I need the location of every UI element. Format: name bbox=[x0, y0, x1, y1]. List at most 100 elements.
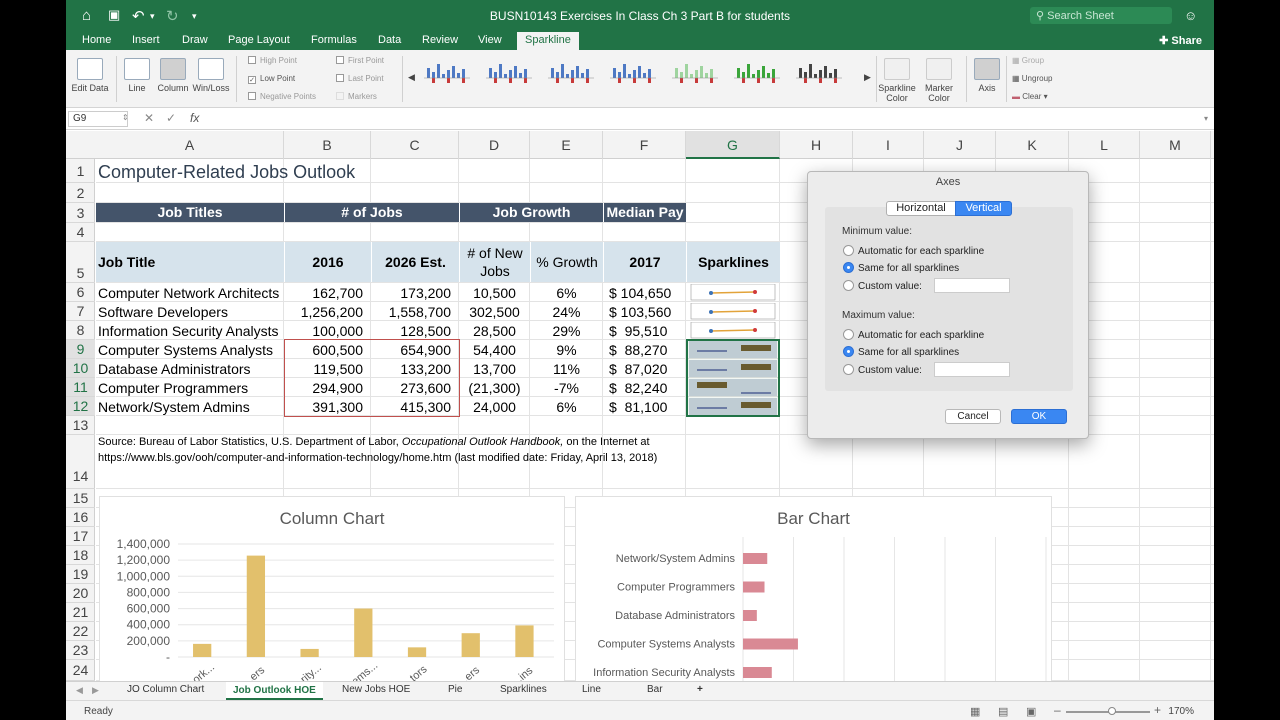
cell-jobs-2016[interactable]: 100,000 bbox=[286, 322, 369, 340]
column-header-g[interactable]: G bbox=[686, 131, 780, 159]
column-header-a[interactable]: A bbox=[96, 131, 284, 159]
col-header-2026[interactable]: 2026 Est. bbox=[372, 242, 459, 282]
cell-jobs-2016[interactable]: 162,700 bbox=[286, 284, 369, 302]
sheet-title[interactable]: Computer-Related Jobs Outlook bbox=[98, 162, 355, 183]
row-header-21[interactable]: 21 bbox=[66, 603, 95, 622]
cell-job-title[interactable]: Software Developers bbox=[98, 303, 282, 321]
gallery-style-1[interactable] bbox=[424, 62, 470, 92]
tab-view[interactable]: View bbox=[478, 34, 502, 46]
column-header-k[interactable]: K bbox=[996, 131, 1069, 159]
row-header-7[interactable]: 7 bbox=[66, 302, 95, 321]
min-custom-radio[interactable]: Custom value: bbox=[843, 280, 922, 292]
cell-new-jobs[interactable]: (21,300) bbox=[461, 379, 528, 397]
header-median-pay[interactable]: Median Pay bbox=[604, 203, 686, 222]
cell-pct-growth[interactable]: 9% bbox=[532, 341, 601, 359]
tab-vertical[interactable]: Vertical bbox=[955, 201, 1012, 216]
gallery-style-3[interactable] bbox=[548, 62, 594, 92]
axis-button[interactable]: Axis bbox=[972, 58, 1002, 93]
tab-sparkline[interactable]: Sparkline bbox=[517, 32, 579, 50]
gallery-style-7[interactable] bbox=[796, 62, 842, 92]
cell-pct-growth[interactable]: 29% bbox=[532, 322, 601, 340]
cell-job-title[interactable]: Computer Programmers bbox=[98, 379, 282, 397]
cell-job-title[interactable]: Network/System Admins bbox=[98, 398, 282, 416]
min-same-radio[interactable]: Same for all sparklines bbox=[843, 262, 959, 274]
row-header-10[interactable]: 10 bbox=[66, 359, 95, 378]
zoom-out-icon[interactable]: – bbox=[1054, 703, 1061, 717]
cell-jobs-2026[interactable]: 173,200 bbox=[373, 284, 457, 302]
row-header-9[interactable]: 9 bbox=[66, 340, 95, 359]
cell-median-pay[interactable]: $ 88,270 bbox=[605, 341, 684, 359]
sparkline[interactable] bbox=[689, 284, 777, 301]
sparkline[interactable] bbox=[689, 322, 777, 339]
cell-median-pay[interactable]: $ 103,560 bbox=[605, 303, 684, 321]
row-header-20[interactable]: 20 bbox=[66, 584, 95, 603]
share-button[interactable]: ✚ Share bbox=[1159, 34, 1202, 47]
col-header-sparklines[interactable]: Sparklines bbox=[687, 242, 780, 282]
last-point-checkbox[interactable]: Last Point bbox=[336, 74, 384, 83]
page-layout-view-icon[interactable]: ▤ bbox=[998, 705, 1008, 718]
ok-button[interactable]: OK bbox=[1011, 409, 1067, 424]
tab-insert[interactable]: Insert bbox=[132, 34, 160, 46]
expand-formula-icon[interactable]: ▾ bbox=[1204, 114, 1208, 123]
col-header-job-title[interactable]: Job Title bbox=[96, 242, 284, 282]
row-header-5[interactable]: 5 bbox=[66, 242, 95, 283]
tab-draw[interactable]: Draw bbox=[182, 34, 208, 46]
min-custom-input[interactable] bbox=[934, 278, 1010, 293]
row-header-18[interactable]: 18 bbox=[66, 546, 95, 565]
prev-sheet-icon[interactable]: ◀ bbox=[76, 685, 83, 696]
column-header-j[interactable]: J bbox=[924, 131, 996, 159]
account-icon[interactable]: ☺ bbox=[1184, 8, 1197, 23]
header-job-growth[interactable]: Job Growth bbox=[460, 203, 603, 222]
header-num-jobs[interactable]: # of Jobs bbox=[285, 203, 459, 222]
row-header-19[interactable]: 19 bbox=[66, 565, 95, 584]
column-header-i[interactable]: I bbox=[853, 131, 924, 159]
ungroup-button[interactable]: ▦ Ungroup bbox=[1012, 74, 1052, 83]
cancel-button[interactable]: Cancel bbox=[945, 409, 1001, 424]
row-header-12[interactable]: 12 bbox=[66, 397, 95, 416]
cancel-entry-icon[interactable]: ✕ bbox=[144, 111, 154, 125]
tab-home[interactable]: Home bbox=[82, 34, 111, 46]
gallery-style-4[interactable] bbox=[610, 62, 656, 92]
markers-checkbox[interactable]: Markers bbox=[336, 92, 377, 101]
confirm-entry-icon[interactable]: ✓ bbox=[166, 111, 176, 125]
row-header-23[interactable]: 23 bbox=[66, 641, 95, 660]
sheet-tab-line[interactable]: Line bbox=[582, 684, 601, 695]
formula-input[interactable] bbox=[212, 111, 1202, 127]
column-header-e[interactable]: E bbox=[530, 131, 603, 159]
column-type-button[interactable]: Column bbox=[156, 58, 190, 93]
cell-median-pay[interactable]: $ 95,510 bbox=[605, 322, 684, 340]
column-header-l[interactable]: L bbox=[1069, 131, 1140, 159]
bar-chart[interactable]: Bar Chart Network/System Admins Computer … bbox=[575, 496, 1052, 681]
max-same-radio[interactable]: Same for all sparklines bbox=[843, 346, 959, 358]
gallery-style-6[interactable] bbox=[734, 62, 780, 92]
cell-jobs-2026[interactable]: 128,500 bbox=[373, 322, 457, 340]
row-header-17[interactable]: 17 bbox=[66, 527, 95, 546]
row-header-2[interactable]: 2 bbox=[66, 183, 95, 203]
sheet-tab-bar[interactable]: Bar bbox=[647, 684, 663, 695]
sheet-tab-jo-column-chart[interactable]: JO Column Chart bbox=[127, 684, 204, 695]
row-header-24[interactable]: 24 bbox=[66, 660, 95, 681]
gallery-prev-icon[interactable]: ◀ bbox=[408, 72, 415, 83]
row-header-3[interactable]: 3 bbox=[66, 203, 95, 223]
col-header-2017[interactable]: 2017 bbox=[604, 242, 686, 282]
column-chart[interactable]: Column Chart 1,400,000 1,200,000 1,000,000… bbox=[99, 496, 565, 681]
sheet-tab-job-outlook-hoe[interactable]: Job Outlook HOE bbox=[226, 682, 323, 700]
sparkline-color-button[interactable]: Sparkline Color bbox=[878, 58, 916, 103]
max-custom-input[interactable] bbox=[934, 362, 1010, 377]
high-point-checkbox[interactable]: High Point bbox=[248, 56, 297, 65]
row-header-16[interactable]: 16 bbox=[66, 508, 95, 527]
max-custom-radio[interactable]: Custom value: bbox=[843, 364, 922, 376]
normal-view-icon[interactable]: ▦ bbox=[970, 705, 980, 718]
add-sheet-button[interactable]: + bbox=[697, 684, 703, 695]
column-header-b[interactable]: B bbox=[284, 131, 371, 159]
max-auto-radio[interactable]: Automatic for each sparkline bbox=[843, 329, 984, 341]
tab-review[interactable]: Review bbox=[422, 34, 458, 46]
cell-pct-growth[interactable]: 24% bbox=[532, 303, 601, 321]
header-job-titles[interactable]: Job Titles bbox=[96, 203, 284, 222]
column-header-f[interactable]: F bbox=[603, 131, 686, 159]
gallery-style-5[interactable] bbox=[672, 62, 718, 92]
cell-new-jobs[interactable]: 24,000 bbox=[461, 398, 528, 416]
column-header-c[interactable]: C bbox=[371, 131, 459, 159]
cell-median-pay[interactable]: $ 82,240 bbox=[605, 379, 684, 397]
marker-color-button[interactable]: Marker Color bbox=[920, 58, 958, 103]
